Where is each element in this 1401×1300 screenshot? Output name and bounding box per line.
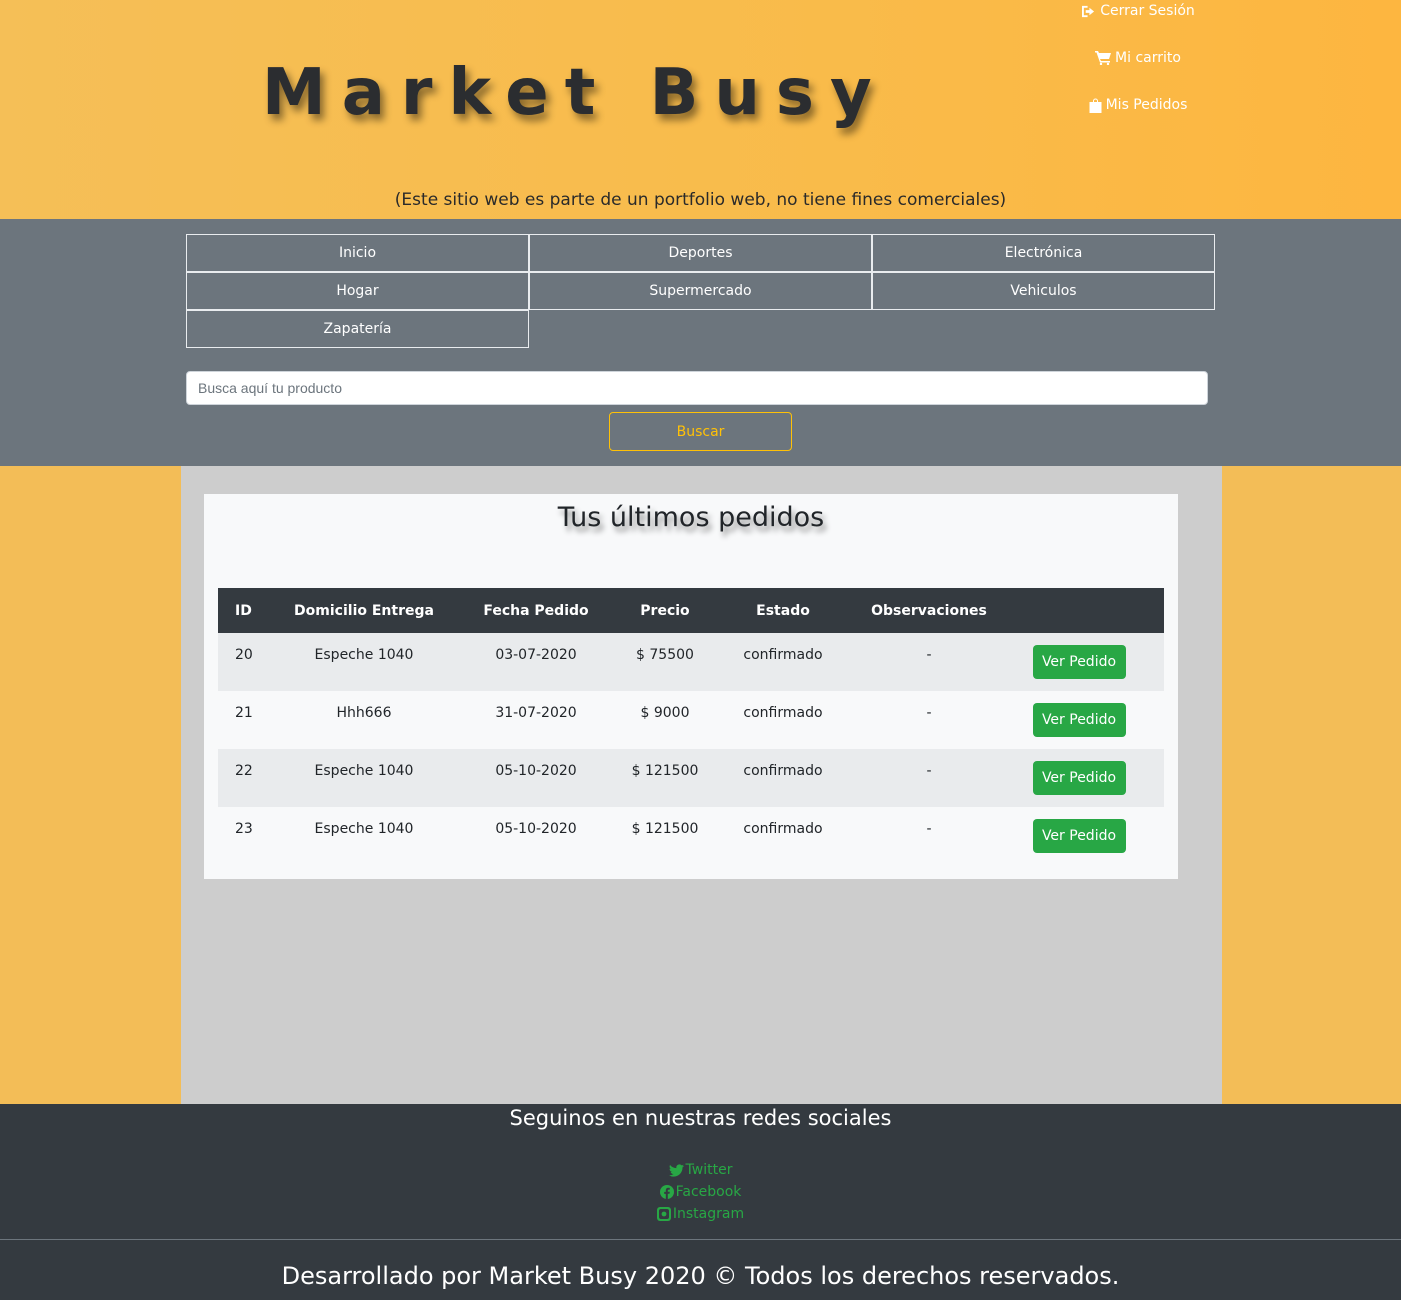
order-action-cell: Ver Pedido	[994, 633, 1164, 691]
table-row: 23 Espeche 1040 05-10-2020 $ 121500 conf…	[218, 807, 1164, 865]
my-orders-label: Mis Pedidos	[1105, 97, 1188, 113]
table-row: 20 Espeche 1040 03-07-2020 $ 75500 confi…	[218, 633, 1164, 691]
order-status: confirmado	[702, 633, 864, 691]
logout-label: Cerrar Sesión	[1100, 3, 1195, 19]
search-input[interactable]	[186, 371, 1208, 405]
cart-icon	[1095, 51, 1112, 65]
order-notes: -	[864, 807, 994, 865]
category-vehiculos[interactable]: Vehiculos	[872, 272, 1215, 310]
instagram-label: Instagram	[672, 1206, 745, 1222]
col-header-status: Estado	[702, 588, 864, 633]
col-header-address: Domicilio Entrega	[284, 588, 444, 633]
order-status: confirmado	[702, 691, 864, 749]
col-header-id: ID	[218, 588, 284, 633]
social-title: Seguinos en nuestras redes sociales	[509, 1106, 892, 1130]
order-notes: -	[864, 749, 994, 807]
copyright-text: Desarrollado por Market Busy 2020 © Todo…	[281, 1262, 1120, 1290]
category-inicio[interactable]: Inicio	[186, 234, 529, 272]
order-id: 22	[218, 749, 284, 807]
disclaimer-text: (Este sitio web es parte de un portfolio…	[394, 190, 1007, 210]
facebook-label: Facebook	[675, 1184, 742, 1200]
twitter-icon	[668, 1163, 684, 1177]
my-orders-link[interactable]: Mis Pedidos	[1070, 97, 1206, 113]
footer-divider	[0, 1239, 1401, 1240]
table-header-row: ID Domicilio Entrega Fecha Pedido Precio…	[218, 588, 1164, 633]
view-order-button[interactable]: Ver Pedido	[1032, 761, 1126, 795]
category-nav: Inicio Deportes Electrónica Hogar Superm…	[0, 219, 1401, 466]
instagram-link[interactable]: Instagram	[0, 1206, 1401, 1222]
main-content: Tus últimos pedidos ID Domicilio Entrega…	[181, 466, 1222, 1104]
cart-link[interactable]: Mi carrito	[1070, 50, 1206, 66]
category-zapateria[interactable]: Zapatería	[186, 310, 529, 348]
twitter-label: Twitter	[685, 1162, 733, 1178]
orders-table: ID Domicilio Entrega Fecha Pedido Precio…	[218, 588, 1164, 865]
order-notes: -	[864, 633, 994, 691]
order-date: 05-10-2020	[444, 749, 628, 807]
order-date: 31-07-2020	[444, 691, 628, 749]
order-id: 23	[218, 807, 284, 865]
order-status: confirmado	[702, 749, 864, 807]
search-button[interactable]: Buscar	[609, 412, 792, 451]
order-price: $ 121500	[628, 807, 702, 865]
order-price: $ 75500	[628, 633, 702, 691]
shopping-bag-icon	[1089, 98, 1102, 113]
category-grid: Inicio Deportes Electrónica Hogar Superm…	[186, 234, 1215, 348]
order-date: 05-10-2020	[444, 807, 628, 865]
facebook-link[interactable]: Facebook	[0, 1184, 1401, 1200]
order-address: Espeche 1040	[284, 749, 444, 807]
order-address: Hhh666	[284, 691, 444, 749]
facebook-icon	[659, 1185, 674, 1199]
category-electronica[interactable]: Electrónica	[872, 234, 1215, 272]
order-status: confirmado	[702, 807, 864, 865]
sign-out-icon	[1082, 5, 1095, 17]
col-header-date: Fecha Pedido	[444, 588, 628, 633]
view-order-button[interactable]: Ver Pedido	[1032, 703, 1126, 737]
instagram-icon	[656, 1207, 671, 1221]
order-date: 03-07-2020	[444, 633, 628, 691]
category-hogar[interactable]: Hogar	[186, 272, 529, 310]
category-supermercado[interactable]: Supermercado	[529, 272, 872, 310]
order-action-cell: Ver Pedido	[994, 691, 1164, 749]
col-header-price: Precio	[628, 588, 702, 633]
order-price: $ 9000	[628, 691, 702, 749]
order-address: Espeche 1040	[284, 633, 444, 691]
logout-link[interactable]: Cerrar Sesión	[1070, 3, 1206, 19]
order-id: 20	[218, 633, 284, 691]
table-row: 22 Espeche 1040 05-10-2020 $ 121500 conf…	[218, 749, 1164, 807]
orders-card: Tus últimos pedidos ID Domicilio Entrega…	[204, 494, 1178, 879]
header: Market Busy Cerrar Sesión Mi carrito Mis…	[0, 0, 1401, 219]
category-deportes[interactable]: Deportes	[529, 234, 872, 272]
footer: Seguinos en nuestras redes sociales Twit…	[0, 1104, 1401, 1300]
order-address: Espeche 1040	[284, 807, 444, 865]
order-notes: -	[864, 691, 994, 749]
brand-logo-text[interactable]: Market Busy	[262, 56, 888, 130]
col-header-notes: Observaciones	[864, 588, 994, 633]
cart-label: Mi carrito	[1115, 50, 1181, 66]
order-id: 21	[218, 691, 284, 749]
order-price: $ 121500	[628, 749, 702, 807]
twitter-link[interactable]: Twitter	[0, 1162, 1401, 1178]
order-action-cell: Ver Pedido	[994, 749, 1164, 807]
order-action-cell: Ver Pedido	[994, 807, 1164, 865]
col-header-action	[994, 588, 1164, 633]
view-order-button[interactable]: Ver Pedido	[1032, 645, 1126, 679]
orders-title: Tus últimos pedidos	[557, 502, 825, 533]
view-order-button[interactable]: Ver Pedido	[1032, 819, 1126, 853]
table-row: 21 Hhh666 31-07-2020 $ 9000 confirmado -…	[218, 691, 1164, 749]
